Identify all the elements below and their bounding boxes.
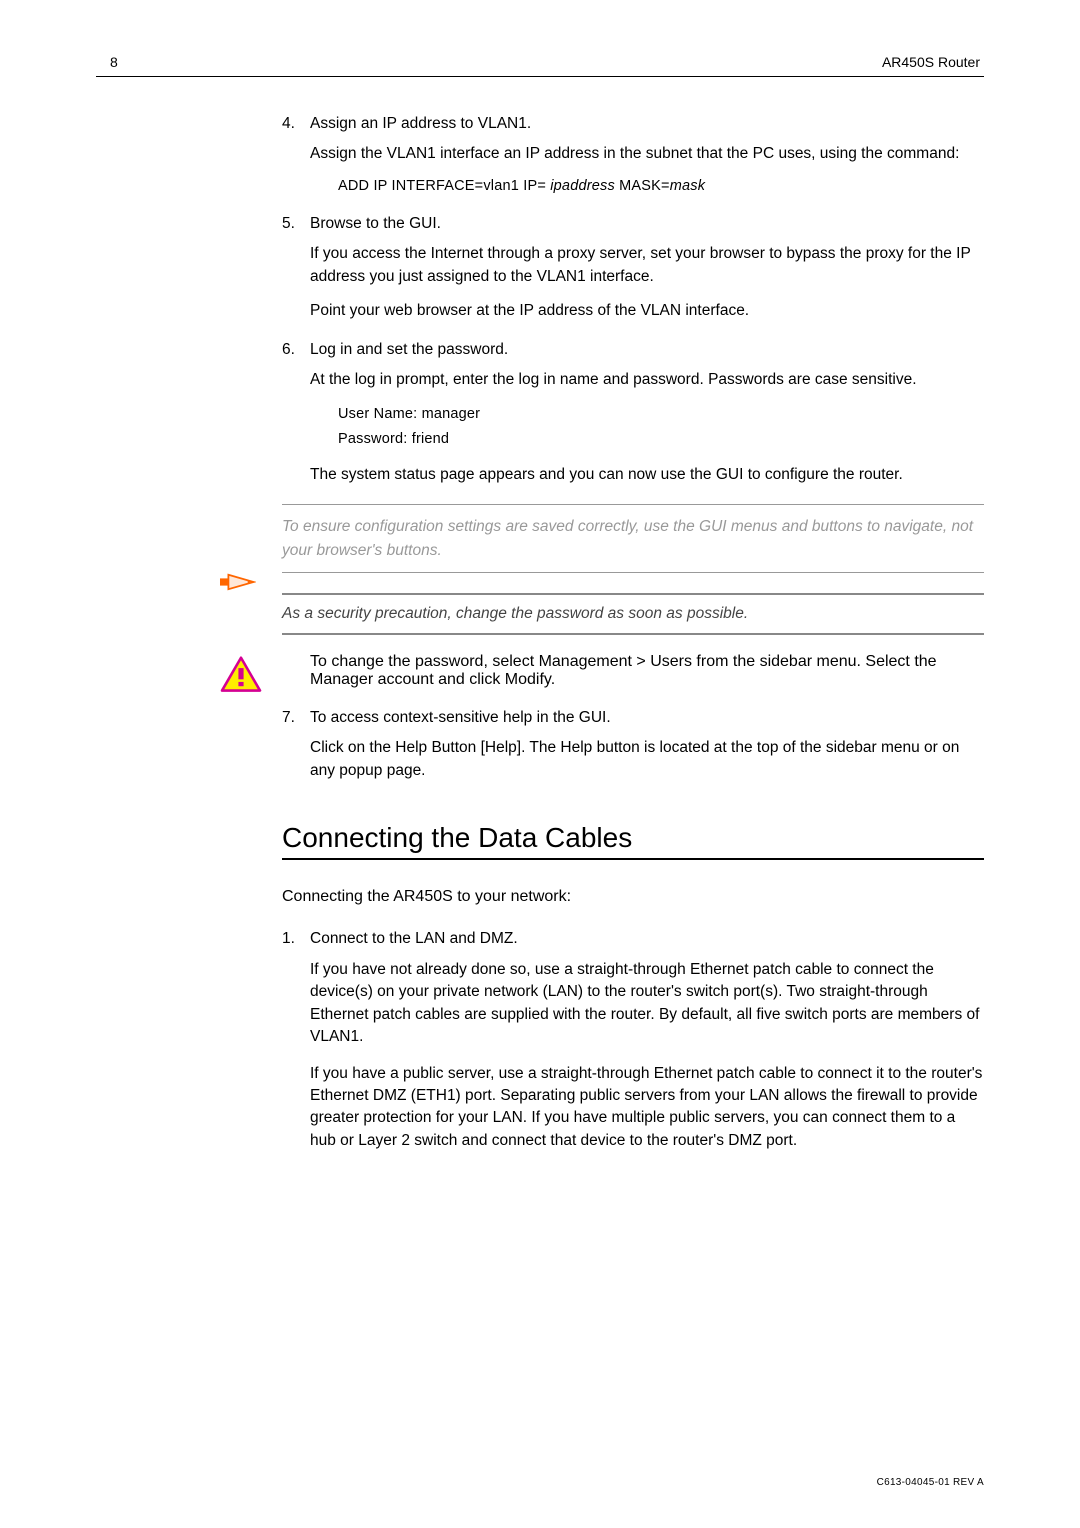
credential-line: User Name: manager <box>310 404 984 425</box>
step-title: Assign an IP address to VLAN1. <box>310 113 531 135</box>
section-title: Connecting the Data Cables <box>282 822 984 854</box>
step-paragraph: If you access the Internet through a pro… <box>310 243 984 288</box>
cmd-text: ADD IP INTERFACE=vlan1 IP= <box>338 178 546 194</box>
cmd-text: MASK= <box>619 178 670 194</box>
step-paragraph: The system status page appears and you c… <box>310 464 984 486</box>
step-number: 5. <box>282 213 310 235</box>
step-number: 1. <box>282 928 310 950</box>
caution-warning-icon <box>220 656 264 699</box>
step-4: 4. Assign an IP address to VLAN1. Assign… <box>282 113 984 197</box>
note-pointer-icon <box>220 570 264 599</box>
step-title: Browse to the GUI. <box>310 213 441 235</box>
step-6: 6. Log in and set the password. At the l… <box>282 339 984 486</box>
after-caution-paragraph: To change the password, select Managemen… <box>310 653 984 689</box>
note-block: To ensure configuration settings are sav… <box>282 504 984 573</box>
step-number: 4. <box>282 113 310 135</box>
step-title: Log in and set the password. <box>310 339 508 361</box>
page-header: 8 AR450S Router <box>96 54 984 70</box>
step-paragraph: If you have a public server, use a strai… <box>310 1063 984 1153</box>
section-rule <box>282 858 984 860</box>
section-subhead: Connecting the AR450S to your network: <box>282 888 984 906</box>
hand-icon <box>220 570 256 594</box>
step-paragraph: At the log in prompt, enter the log in n… <box>310 369 984 391</box>
step-paragraph: Point your web browser at the IP address… <box>310 300 984 322</box>
header-rule <box>96 76 984 77</box>
page: 8 AR450S Router 4. Assign an IP address … <box>0 0 1080 1528</box>
step-paragraph: Click on the Help Button [Help]. The Hel… <box>310 737 984 782</box>
step-5: 5. Browse to the GUI. If you access the … <box>282 213 984 323</box>
page-number: 8 <box>96 54 118 70</box>
step-paragraph: If you have not already done so, use a s… <box>310 959 984 1049</box>
command-line: ADD IP INTERFACE=vlan1 IP= ipaddress MAS… <box>310 176 984 197</box>
step-7: 7. To access context-sensitive help in t… <box>282 707 984 782</box>
cmd-arg: mask <box>670 178 705 194</box>
step-s2-1: 1. Connect to the LAN and DMZ. If you ha… <box>282 928 984 1152</box>
warning-icon <box>220 656 262 694</box>
main-content: 4. Assign an IP address to VLAN1. Assign… <box>282 113 984 1152</box>
step-title: Connect to the LAN and DMZ. <box>310 928 518 950</box>
footer-docid: C613-04045-01 REV A <box>877 1477 984 1488</box>
step-number: 6. <box>282 339 310 361</box>
caution-block: As a security precaution, change the pas… <box>282 593 984 635</box>
step-title: To access context-sensitive help in the … <box>310 707 611 729</box>
cmd-arg: ipaddress <box>550 178 615 194</box>
step-number: 7. <box>282 707 310 729</box>
credential-line: Password: friend <box>310 429 984 450</box>
doc-title: AR450S Router <box>882 54 984 70</box>
step-paragraph: Assign the VLAN1 interface an IP address… <box>310 143 984 165</box>
